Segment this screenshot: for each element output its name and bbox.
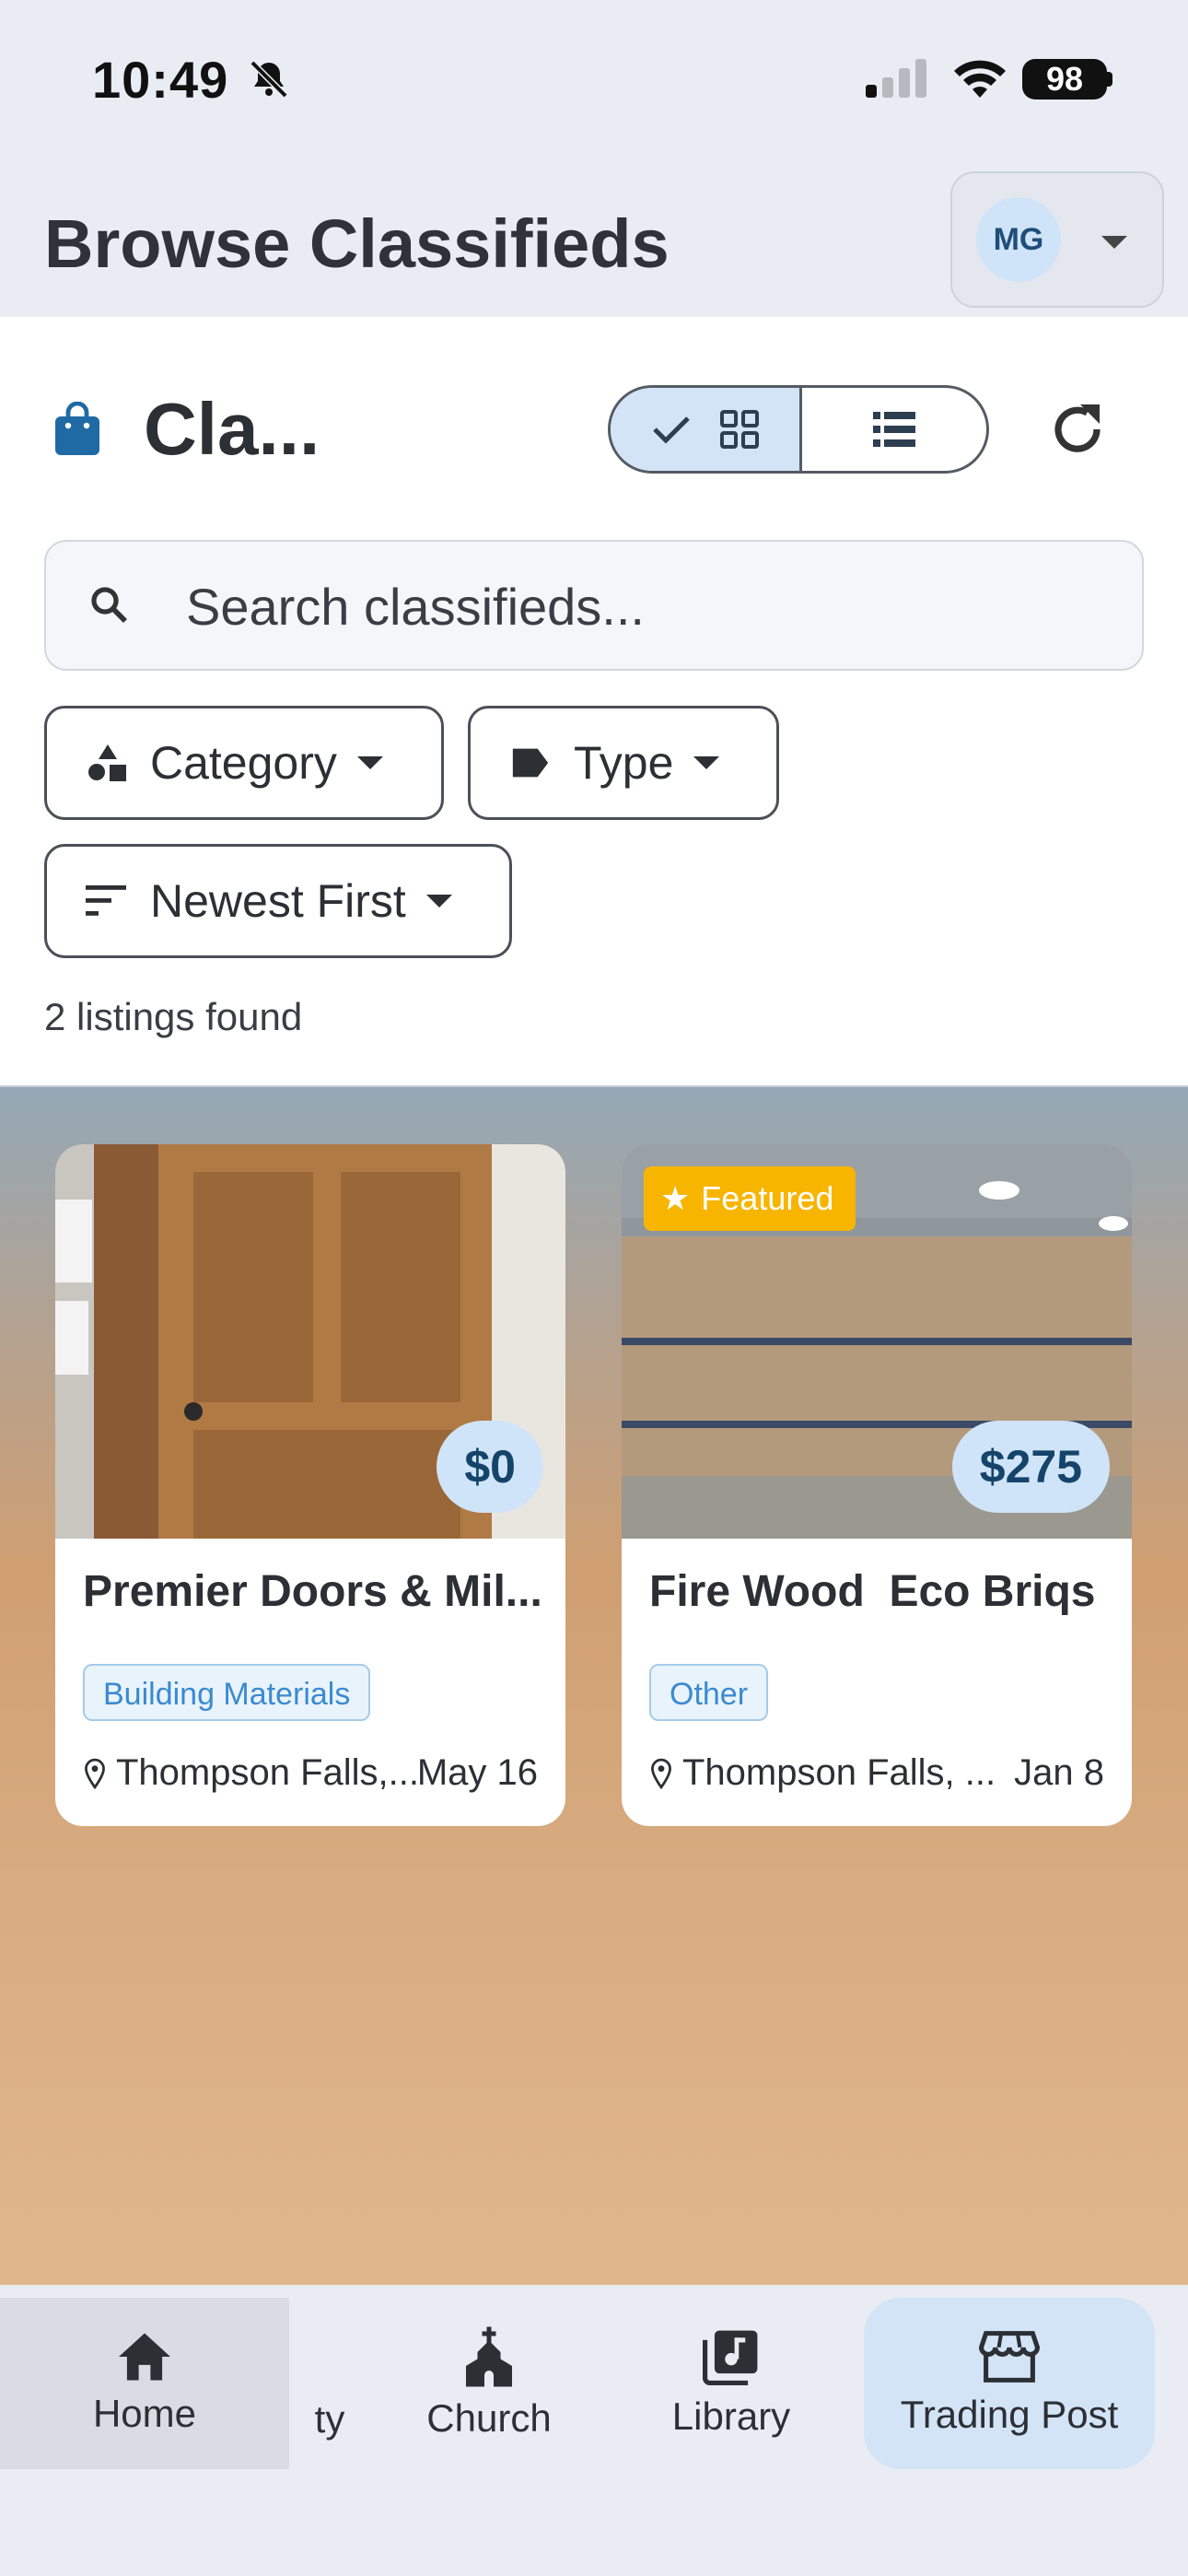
page-title: Browse Classifieds <box>44 205 670 282</box>
category-filter-label: Category <box>150 737 337 789</box>
results-count: 2 listings found <box>44 995 303 1038</box>
star-icon: ★ <box>660 1179 691 1217</box>
category-filter-button[interactable]: Category <box>44 706 444 820</box>
chevron-down-icon <box>425 895 452 907</box>
grid-view-button[interactable] <box>611 388 802 471</box>
list-icon <box>873 412 915 447</box>
nav-label: Library <box>671 2395 791 2438</box>
cellular-signal-icon <box>866 59 926 98</box>
view-toggle <box>608 385 989 474</box>
home-icon <box>119 2333 170 2381</box>
location-pin-icon <box>651 1758 671 1789</box>
featured-badge: ★ Featured <box>644 1166 856 1231</box>
church-icon <box>466 2326 512 2387</box>
nav-label: Trading Post <box>900 2393 1119 2436</box>
avatar[interactable]: MG <box>976 197 1061 282</box>
battery-nub <box>1107 72 1112 87</box>
type-filter-button[interactable]: Type <box>468 706 779 820</box>
nav-item-church[interactable]: Church <box>392 2298 586 2469</box>
category-shapes-icon <box>88 744 126 781</box>
price-badge: $0 <box>437 1421 543 1513</box>
featured-label: Featured <box>701 1179 834 1217</box>
category-tag: Other <box>649 1664 769 1721</box>
nav-item-library[interactable]: Library <box>641 2298 821 2469</box>
listing-location: Thompson Falls, ... <box>649 1752 996 1794</box>
nav-item-community[interactable]: ty <box>284 2298 376 2469</box>
listing-title: Premier Doors & Mil... <box>83 1567 542 1616</box>
listing-card[interactable]: ★ Featured $275 Fire Wood Eco Briqs Othe… <box>622 1144 1132 1826</box>
search-input[interactable] <box>186 566 1107 647</box>
nav-item-home[interactable]: Home <box>0 2298 289 2469</box>
nav-label: Home <box>92 2392 197 2435</box>
shopping-bag-icon <box>55 402 99 455</box>
sort-icon <box>86 885 126 916</box>
listing-card[interactable]: $0 Premier Doors & Mil... Building Mater… <box>55 1144 565 1826</box>
label-tag-icon <box>512 748 549 778</box>
type-filter-label: Type <box>574 737 674 789</box>
category-tag: Building Materials <box>83 1664 371 1721</box>
section-title: Cla... <box>144 388 320 470</box>
chevron-down-icon <box>356 756 383 769</box>
bell-muted-icon <box>250 60 288 99</box>
wifi-icon <box>954 60 1006 98</box>
grid-icon <box>719 410 759 449</box>
listing-title: Fire Wood Eco Briqs <box>649 1567 1096 1616</box>
refresh-icon[interactable] <box>1044 396 1111 463</box>
price-badge: $275 <box>951 1421 1110 1513</box>
chevron-down-icon[interactable] <box>1101 236 1127 249</box>
sort-button[interactable]: Newest First <box>44 844 512 958</box>
nav-label: Church <box>426 2396 552 2440</box>
search-icon <box>91 587 127 623</box>
storefront-icon <box>979 2331 1040 2383</box>
sort-label: Newest First <box>150 875 406 927</box>
status-time: 10:49 <box>92 51 229 109</box>
library-music-icon <box>703 2330 758 2385</box>
nav-label: ty <box>314 2397 345 2441</box>
location-text: Thompson Falls, ... <box>682 1752 996 1793</box>
battery-indicator: 98 <box>1022 59 1107 100</box>
chevron-down-icon <box>693 756 720 769</box>
listing-date: May 16 <box>416 1752 538 1793</box>
listing-location: Thompson Falls,... <box>83 1752 419 1794</box>
list-view-button[interactable] <box>802 388 986 471</box>
location-text: Thompson Falls,... <box>116 1752 420 1793</box>
nav-item-trading-post[interactable]: Trading Post <box>864 2298 1155 2469</box>
check-icon <box>652 416 690 444</box>
location-pin-icon <box>85 1758 105 1789</box>
listing-date: Jan 8 <box>1014 1752 1104 1793</box>
